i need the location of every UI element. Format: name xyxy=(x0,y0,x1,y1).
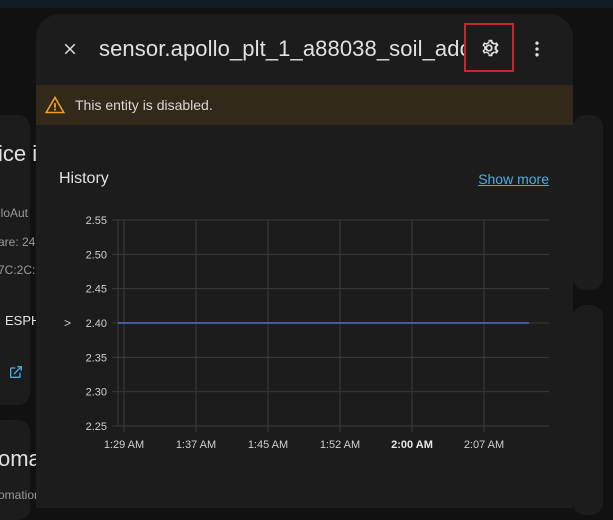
close-button[interactable] xyxy=(54,33,86,65)
top-app-bar xyxy=(0,0,613,8)
show-more-link[interactable]: Show more xyxy=(478,171,549,187)
y-tick-label: 2.50 xyxy=(86,249,107,261)
warning-icon xyxy=(44,94,66,116)
background-text-1: lloAut xyxy=(0,206,29,220)
more-options-button[interactable] xyxy=(522,33,552,65)
dialog-header: sensor.apollo_plt_1_a88038_soil_adc xyxy=(36,14,573,84)
x-tick-label: 2:07 AM xyxy=(464,439,504,451)
background-link-icon[interactable] xyxy=(8,364,24,380)
value-marker: > xyxy=(64,316,71,330)
alert-text: This entity is disabled. xyxy=(75,97,213,113)
y-tick-label: 2.25 xyxy=(86,421,107,433)
background-card-right-bottom xyxy=(573,305,603,515)
history-chart: 2.55 2.50 2.45 2.40 2.35 2.30 2.25 1:29 AM 1:37 … xyxy=(64,215,549,451)
dialog-title: sensor.apollo_plt_1_a88038_soil_adc xyxy=(99,36,471,61)
x-tick-label: 1:45 AM xyxy=(248,439,288,451)
x-tick-label: 1:37 AM xyxy=(176,439,216,451)
gear-icon xyxy=(482,39,499,56)
y-tick-label: 2.45 xyxy=(86,284,107,296)
background-text-3: 7C:2C: xyxy=(0,263,36,277)
close-icon xyxy=(64,43,76,55)
more-vertical-icon xyxy=(535,41,539,57)
y-tick-label: 2.30 xyxy=(86,387,107,399)
more-info-dialog: sensor.apollo_plt_1_a88038_soil_adc This… xyxy=(36,14,573,508)
history-title: History xyxy=(59,170,109,187)
x-tick-label: 1:29 AM xyxy=(104,439,144,451)
x-tick-label: 2:00 AM xyxy=(391,439,433,451)
background-automations-title: oma xyxy=(0,446,41,471)
y-tick-label: 2.35 xyxy=(86,352,107,364)
disabled-entity-alert: This entity is disabled. xyxy=(36,85,573,125)
background-card-right-top xyxy=(573,115,603,290)
background-text-2: are: 24 xyxy=(0,235,36,249)
y-tick-label: 2.40 xyxy=(86,318,107,330)
settings-button[interactable] xyxy=(464,23,514,72)
x-tick-label: 1:52 AM xyxy=(320,439,360,451)
background-device-title: ice i xyxy=(0,141,38,166)
y-tick-label: 2.55 xyxy=(86,215,107,227)
